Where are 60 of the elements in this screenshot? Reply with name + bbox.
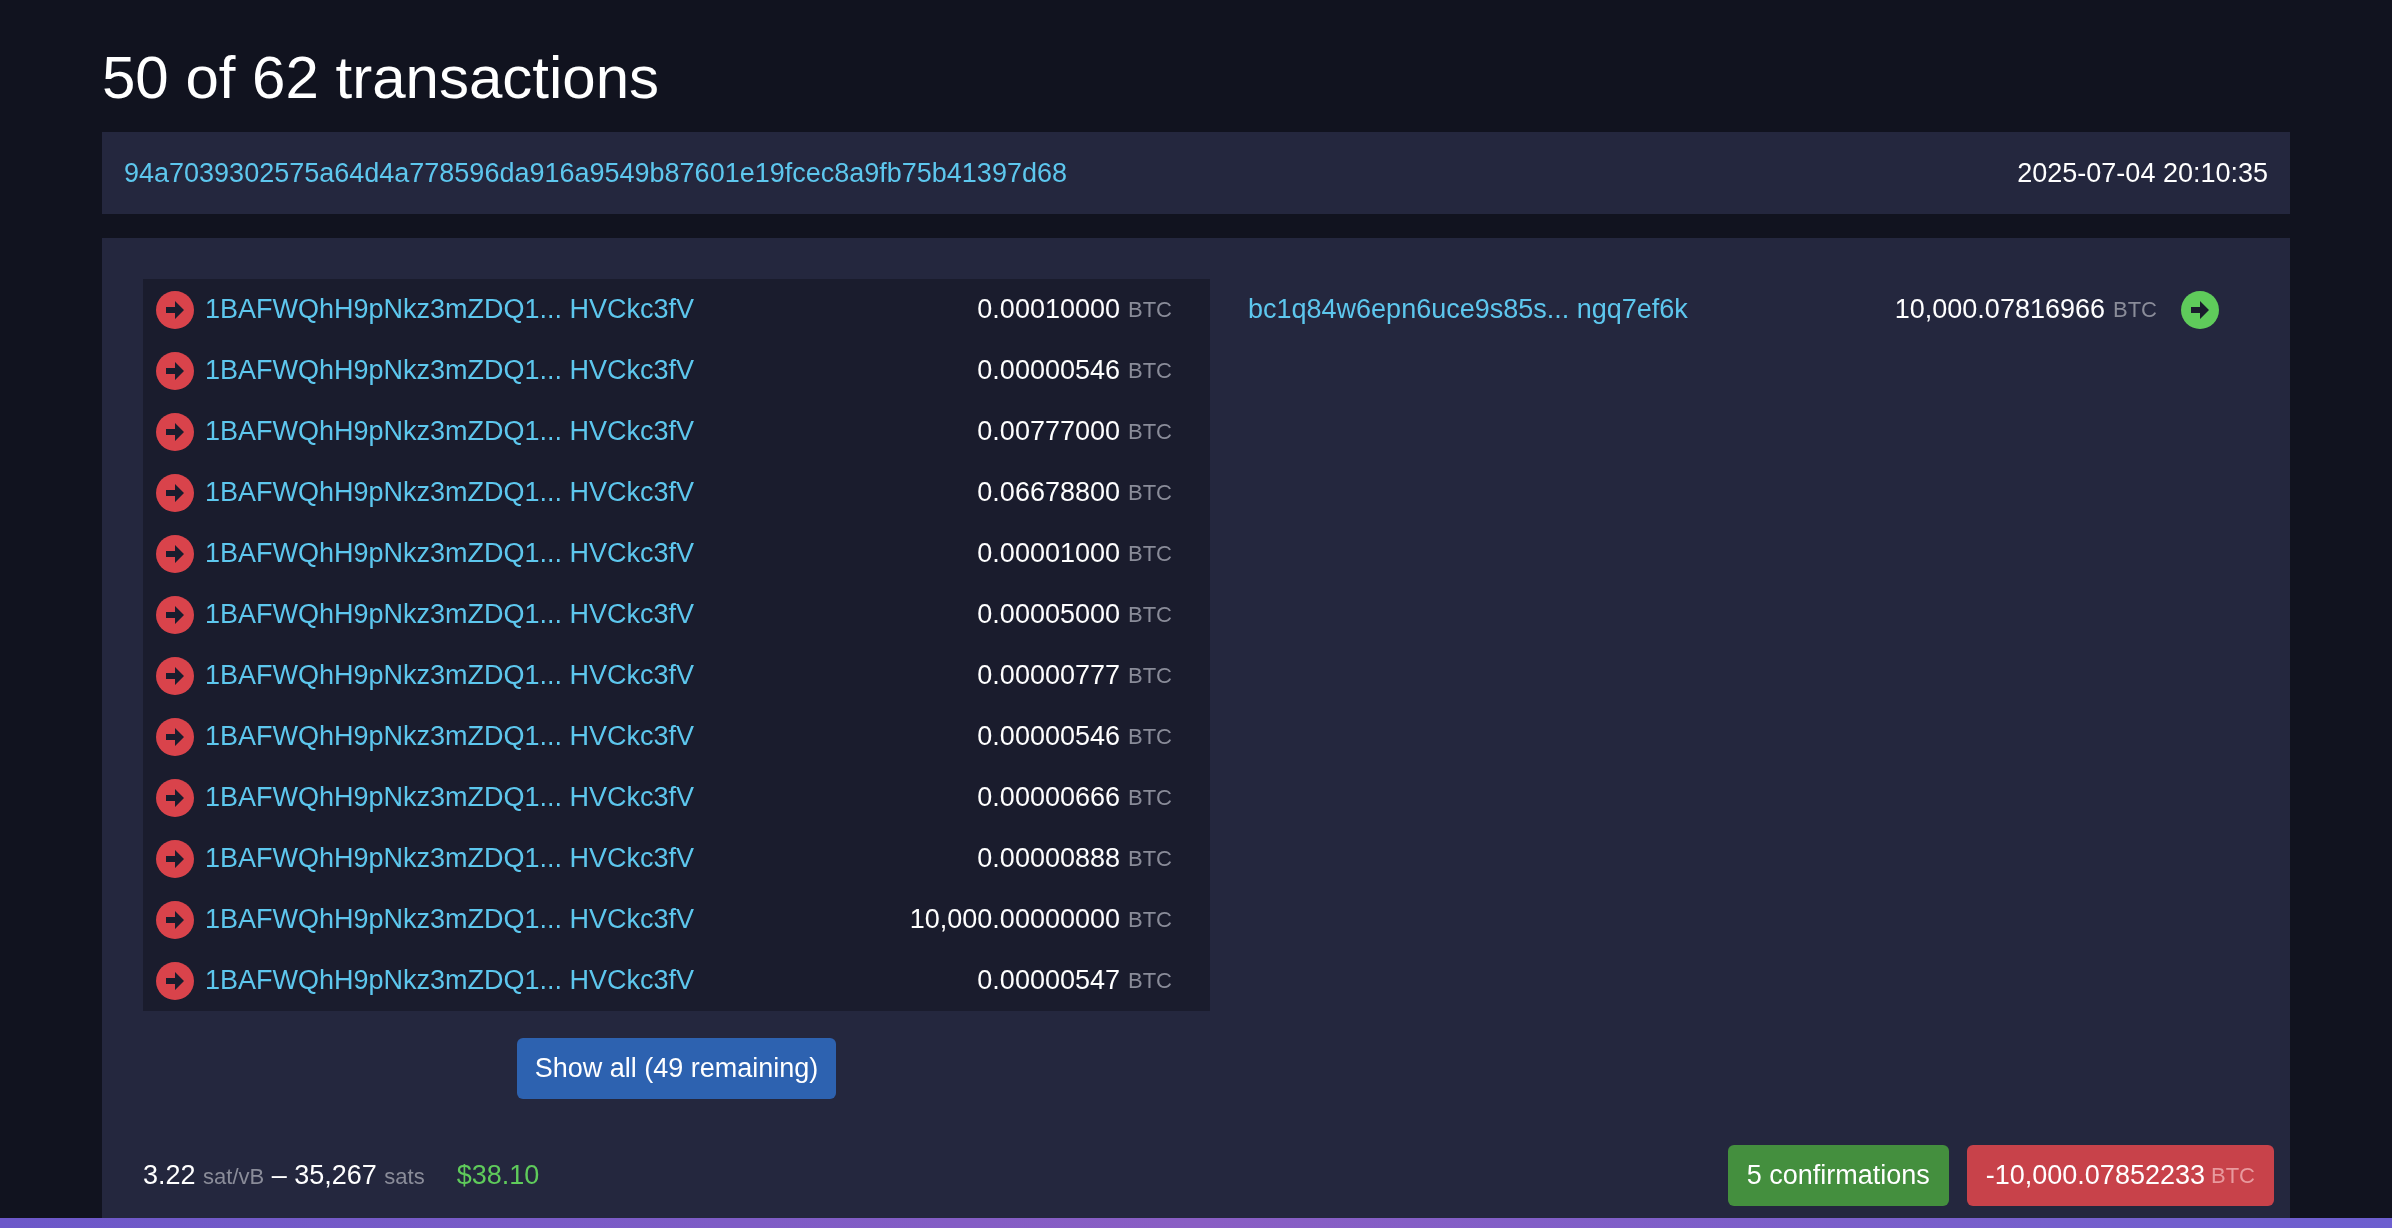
unit-label: BTC: [1128, 723, 1172, 751]
fee-usd: $38.10: [456, 1159, 540, 1193]
input-address-link[interactable]: 1BAFWQhH9pNkz3mZDQ1... HVCkc3fV: [205, 533, 695, 574]
unit-label: BTC: [1128, 296, 1172, 324]
input-address-link[interactable]: 1BAFWQhH9pNkz3mZDQ1... HVCkc3fV: [205, 350, 695, 391]
arrow-right-icon: [156, 351, 194, 390]
input-amount: 0.00777000: [977, 415, 1120, 449]
confirmations-badge: 5 confirmations: [1727, 1145, 1949, 1206]
input-amount: 10,000.00000000: [909, 903, 1120, 937]
arrow-right-icon: [156, 290, 194, 329]
input-address-link[interactable]: 1BAFWQhH9pNkz3mZDQ1... HVCkc3fV: [205, 777, 695, 818]
input-address-link[interactable]: 1BAFWQhH9pNkz3mZDQ1... HVCkc3fV: [205, 289, 695, 330]
total-amount-badge: -10,000.07852233 BTC: [1966, 1145, 2274, 1206]
arrow-right-icon: [156, 595, 194, 634]
input-amount: 0.00000546: [977, 720, 1120, 754]
fee-text: 3.22 sat/vB – 35,267 sats: [143, 1159, 425, 1193]
input-address-link[interactable]: 1BAFWQhH9pNkz3mZDQ1... HVCkc3fV: [205, 716, 695, 757]
input-address-link[interactable]: 1BAFWQhH9pNkz3mZDQ1... HVCkc3fV: [205, 594, 695, 635]
arrow-right-icon: [156, 900, 194, 939]
input-address-link[interactable]: 1BAFWQhH9pNkz3mZDQ1... HVCkc3fV: [205, 960, 695, 1001]
page-title: 50 of 62 transactions: [102, 43, 660, 113]
unit-label: BTC: [1128, 967, 1172, 995]
arrow-right-icon: [156, 656, 194, 695]
input-amount: 0.00000547: [977, 964, 1120, 998]
transaction-time: 2025-07-04 20:10:35: [2017, 156, 2268, 190]
input-amount: 0.00010000: [977, 293, 1120, 327]
arrow-right-icon: [2181, 290, 2219, 329]
unit-label: BTC: [1128, 845, 1172, 873]
unit-label: BTC: [1128, 662, 1172, 690]
input-amount: 0.00000546: [977, 354, 1120, 388]
arrow-right-icon: [156, 839, 194, 878]
unit-label: BTC: [1128, 540, 1172, 568]
arrow-right-icon: [156, 412, 194, 451]
unit-label: BTC: [1128, 906, 1172, 934]
input-address-link[interactable]: 1BAFWQhH9pNkz3mZDQ1... HVCkc3fV: [205, 411, 695, 452]
input-address-link[interactable]: 1BAFWQhH9pNkz3mZDQ1... HVCkc3fV: [205, 472, 695, 513]
input-address-link[interactable]: 1BAFWQhH9pNkz3mZDQ1... HVCkc3fV: [205, 838, 695, 879]
output-amount: 10,000.07816966: [1894, 293, 2105, 327]
input-amount: 0.00001000: [977, 537, 1120, 571]
arrow-right-icon: [156, 778, 194, 817]
unit-label: BTC: [1128, 784, 1172, 812]
arrow-right-icon: [156, 717, 194, 756]
unit-label: BTC: [1128, 418, 1172, 446]
input-amount: 0.00000888: [977, 842, 1120, 876]
output-address-link[interactable]: bc1q84w6epn6uce9s85s... ngq7ef6k: [1248, 289, 1688, 330]
unit-label: BTC: [2113, 296, 2157, 324]
input-amount: 0.00000666: [977, 781, 1120, 815]
unit-label: BTC: [1128, 601, 1172, 629]
unit-label: BTC: [1128, 479, 1172, 507]
unit-label: BTC: [1128, 357, 1172, 385]
input-address-link[interactable]: 1BAFWQhH9pNkz3mZDQ1... HVCkc3fV: [205, 655, 695, 696]
arrow-right-icon: [156, 961, 194, 1000]
input-amount: 0.00000777: [977, 659, 1120, 693]
transaction-id-link[interactable]: 94a7039302575a64d4a778596da916a9549b87601e19fcec8a9fb75b41397d68: [124, 152, 1067, 194]
arrow-right-icon: [156, 473, 194, 512]
show-all-button[interactable]: Show all (49 remaining): [516, 1038, 837, 1099]
input-address-link[interactable]: 1BAFWQhH9pNkz3mZDQ1... HVCkc3fV: [205, 899, 695, 940]
arrow-right-icon: [156, 534, 194, 573]
input-amount: 0.00005000: [977, 598, 1120, 632]
input-amount: 0.06678800: [977, 476, 1120, 510]
